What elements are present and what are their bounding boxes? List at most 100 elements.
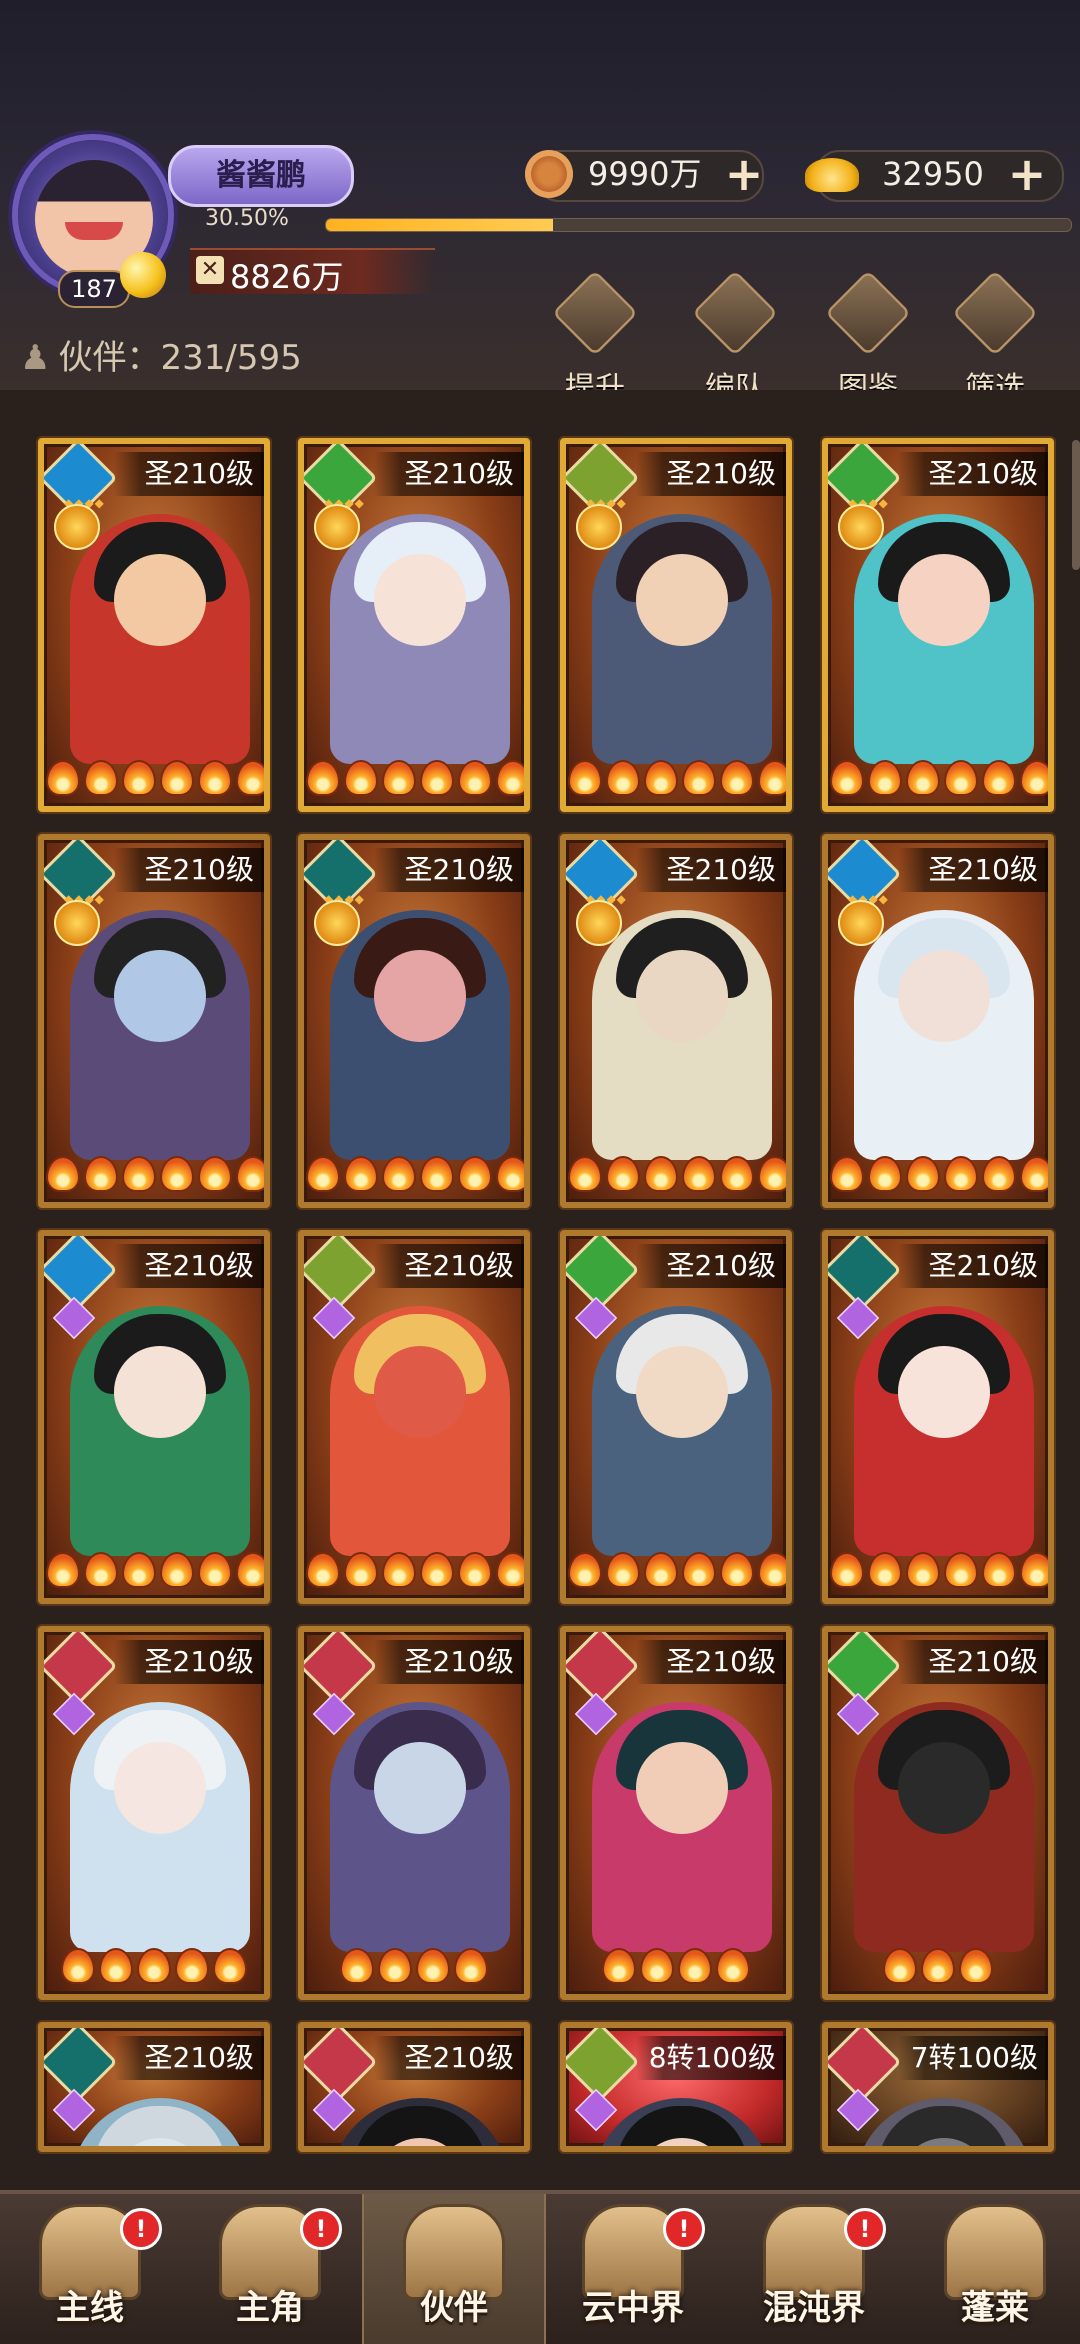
partner-level: 圣210级 bbox=[898, 848, 1048, 892]
partner-card[interactable]: ◆◆◆◆ 圣210级 bbox=[38, 834, 270, 1208]
nav-item[interactable]: 云中界! bbox=[543, 2194, 723, 2344]
flame-icon bbox=[122, 1552, 156, 1588]
partner-card[interactable]: 圣210级 bbox=[822, 1230, 1054, 1604]
partner-card[interactable]: ◆◆◆◆ 圣210级 bbox=[822, 438, 1054, 812]
top-header: 187 酱酱鹏 30.50% ✕ 8826万 9990万 + 32950 + ♟… bbox=[0, 0, 1080, 406]
upgrade-button[interactable]: 提升 bbox=[545, 270, 645, 406]
grid-scrollbar[interactable] bbox=[1072, 440, 1080, 570]
nav-label: 主线 bbox=[56, 2288, 124, 2328]
flame-icon bbox=[944, 760, 978, 796]
nav-item[interactable]: 主角! bbox=[180, 2194, 360, 2344]
partner-card[interactable]: 圣210级 bbox=[298, 1626, 530, 2000]
flame-icon bbox=[122, 1156, 156, 1192]
partner-level: 圣210级 bbox=[374, 848, 524, 892]
flame-icon bbox=[137, 1948, 171, 1984]
flame-icon bbox=[99, 1948, 133, 1984]
partner-card[interactable]: ◆◆◆◆ 圣210级 bbox=[822, 834, 1054, 1208]
partner-card[interactable]: 圣210级 bbox=[560, 1626, 792, 2000]
flame-icon bbox=[420, 1552, 454, 1588]
element-water-icon bbox=[44, 1236, 118, 1310]
flame-rating bbox=[44, 1948, 264, 1988]
partner-level: 圣210级 bbox=[374, 1640, 524, 1684]
partner-level: 圣210级 bbox=[114, 1640, 264, 1684]
partner-face bbox=[374, 554, 466, 646]
flame-icon bbox=[382, 1552, 416, 1588]
flame-icon bbox=[906, 1552, 940, 1588]
nav-item[interactable]: 伙伴 bbox=[362, 2194, 546, 2344]
partner-card[interactable]: ◆◆◆◆ 圣210级 bbox=[38, 438, 270, 812]
flame-rating bbox=[828, 760, 1048, 800]
flame-icon bbox=[382, 760, 416, 796]
flame-icon bbox=[458, 760, 492, 796]
rank-star-icon bbox=[312, 1296, 356, 1340]
partner-card[interactable]: 圣210级 bbox=[38, 1626, 270, 2000]
partner-card[interactable]: 圣210级 bbox=[560, 1230, 792, 1604]
element-fire-icon bbox=[44, 1632, 118, 1706]
nav-item[interactable]: 蓬莱 bbox=[905, 2194, 1080, 2344]
flame-icon bbox=[868, 1552, 902, 1588]
partner-face bbox=[636, 1742, 728, 1834]
codex-button[interactable]: 图鉴 bbox=[818, 270, 918, 406]
partner-card[interactable]: 圣210级 bbox=[298, 1230, 530, 1604]
partner-card[interactable]: 圣210级 bbox=[38, 1230, 270, 1604]
flame-icon bbox=[1020, 1156, 1048, 1192]
flame-icon bbox=[61, 1948, 95, 1984]
partner-level: 圣210级 bbox=[374, 2036, 524, 2080]
flame-icon bbox=[868, 1156, 902, 1192]
flame-rating bbox=[304, 1552, 524, 1592]
flame-icon bbox=[606, 1156, 640, 1192]
flame-icon bbox=[122, 760, 156, 796]
element-earth-icon bbox=[566, 2028, 640, 2102]
flame-icon bbox=[236, 760, 264, 796]
flame-icon bbox=[84, 760, 118, 796]
codex-icon bbox=[825, 270, 911, 356]
partner-face bbox=[114, 554, 206, 646]
flame-icon bbox=[640, 1948, 674, 1984]
partner-level: 圣210级 bbox=[636, 1640, 786, 1684]
flame-icon bbox=[944, 1552, 978, 1588]
element-earth-icon bbox=[304, 1236, 378, 1310]
partner-face bbox=[374, 950, 466, 1042]
element-fire-icon bbox=[828, 2028, 902, 2102]
partner-card[interactable]: 圣210级 bbox=[298, 2022, 530, 2152]
nav-label: 主角 bbox=[236, 2288, 304, 2328]
flame-icon bbox=[716, 1948, 750, 1984]
partner-card[interactable]: 8转100级 bbox=[560, 2022, 792, 2152]
flame-icon bbox=[160, 1156, 194, 1192]
flame-rating bbox=[44, 1552, 264, 1592]
flame-icon bbox=[46, 760, 80, 796]
partner-card[interactable]: 圣210级 bbox=[38, 2022, 270, 2152]
rank-star-icon bbox=[574, 1692, 618, 1736]
formation-button[interactable]: 编队 bbox=[685, 270, 785, 406]
partner-level: 圣210级 bbox=[636, 1244, 786, 1288]
flame-rating bbox=[566, 1948, 786, 1988]
flame-icon bbox=[344, 760, 378, 796]
partner-level: 圣210级 bbox=[636, 452, 786, 496]
combat-power-value: 8826万 bbox=[230, 258, 344, 296]
element-dark-icon bbox=[44, 2028, 118, 2102]
nav-item[interactable]: 混沌界! bbox=[724, 2194, 904, 2344]
partner-face bbox=[374, 1346, 466, 1438]
partner-card[interactable]: 圣210级 bbox=[822, 1626, 1054, 2000]
flame-icon bbox=[758, 1552, 786, 1588]
partner-level: 7转100级 bbox=[898, 2036, 1048, 2080]
filter-button[interactable]: 筛选 bbox=[945, 270, 1045, 406]
partner-card[interactable]: ◆◆◆◆ 圣210级 bbox=[560, 438, 792, 812]
flame-icon bbox=[213, 1948, 247, 1984]
nav-item[interactable]: 主线! bbox=[0, 2194, 180, 2344]
flame-icon bbox=[906, 1156, 940, 1192]
partner-card[interactable]: ◆◆◆◆ 圣210级 bbox=[560, 834, 792, 1208]
add-copper-button[interactable]: + bbox=[722, 151, 766, 197]
medal-icon bbox=[838, 900, 884, 946]
nav-label: 蓬莱 bbox=[961, 2288, 1029, 2328]
flame-icon bbox=[84, 1552, 118, 1588]
partner-card[interactable]: 7转100级 bbox=[822, 2022, 1054, 2152]
partner-card[interactable]: ◆◆◆◆ 圣210级 bbox=[298, 834, 530, 1208]
element-wind-icon bbox=[828, 1632, 902, 1706]
partner-card[interactable]: ◆◆◆◆ 圣210级 bbox=[298, 438, 530, 812]
flame-rating bbox=[44, 1156, 264, 1196]
add-gold-button[interactable]: + bbox=[1005, 151, 1049, 197]
element-fire-icon bbox=[304, 2028, 378, 2102]
flame-icon bbox=[1020, 760, 1048, 796]
flame-icon bbox=[306, 1156, 340, 1192]
